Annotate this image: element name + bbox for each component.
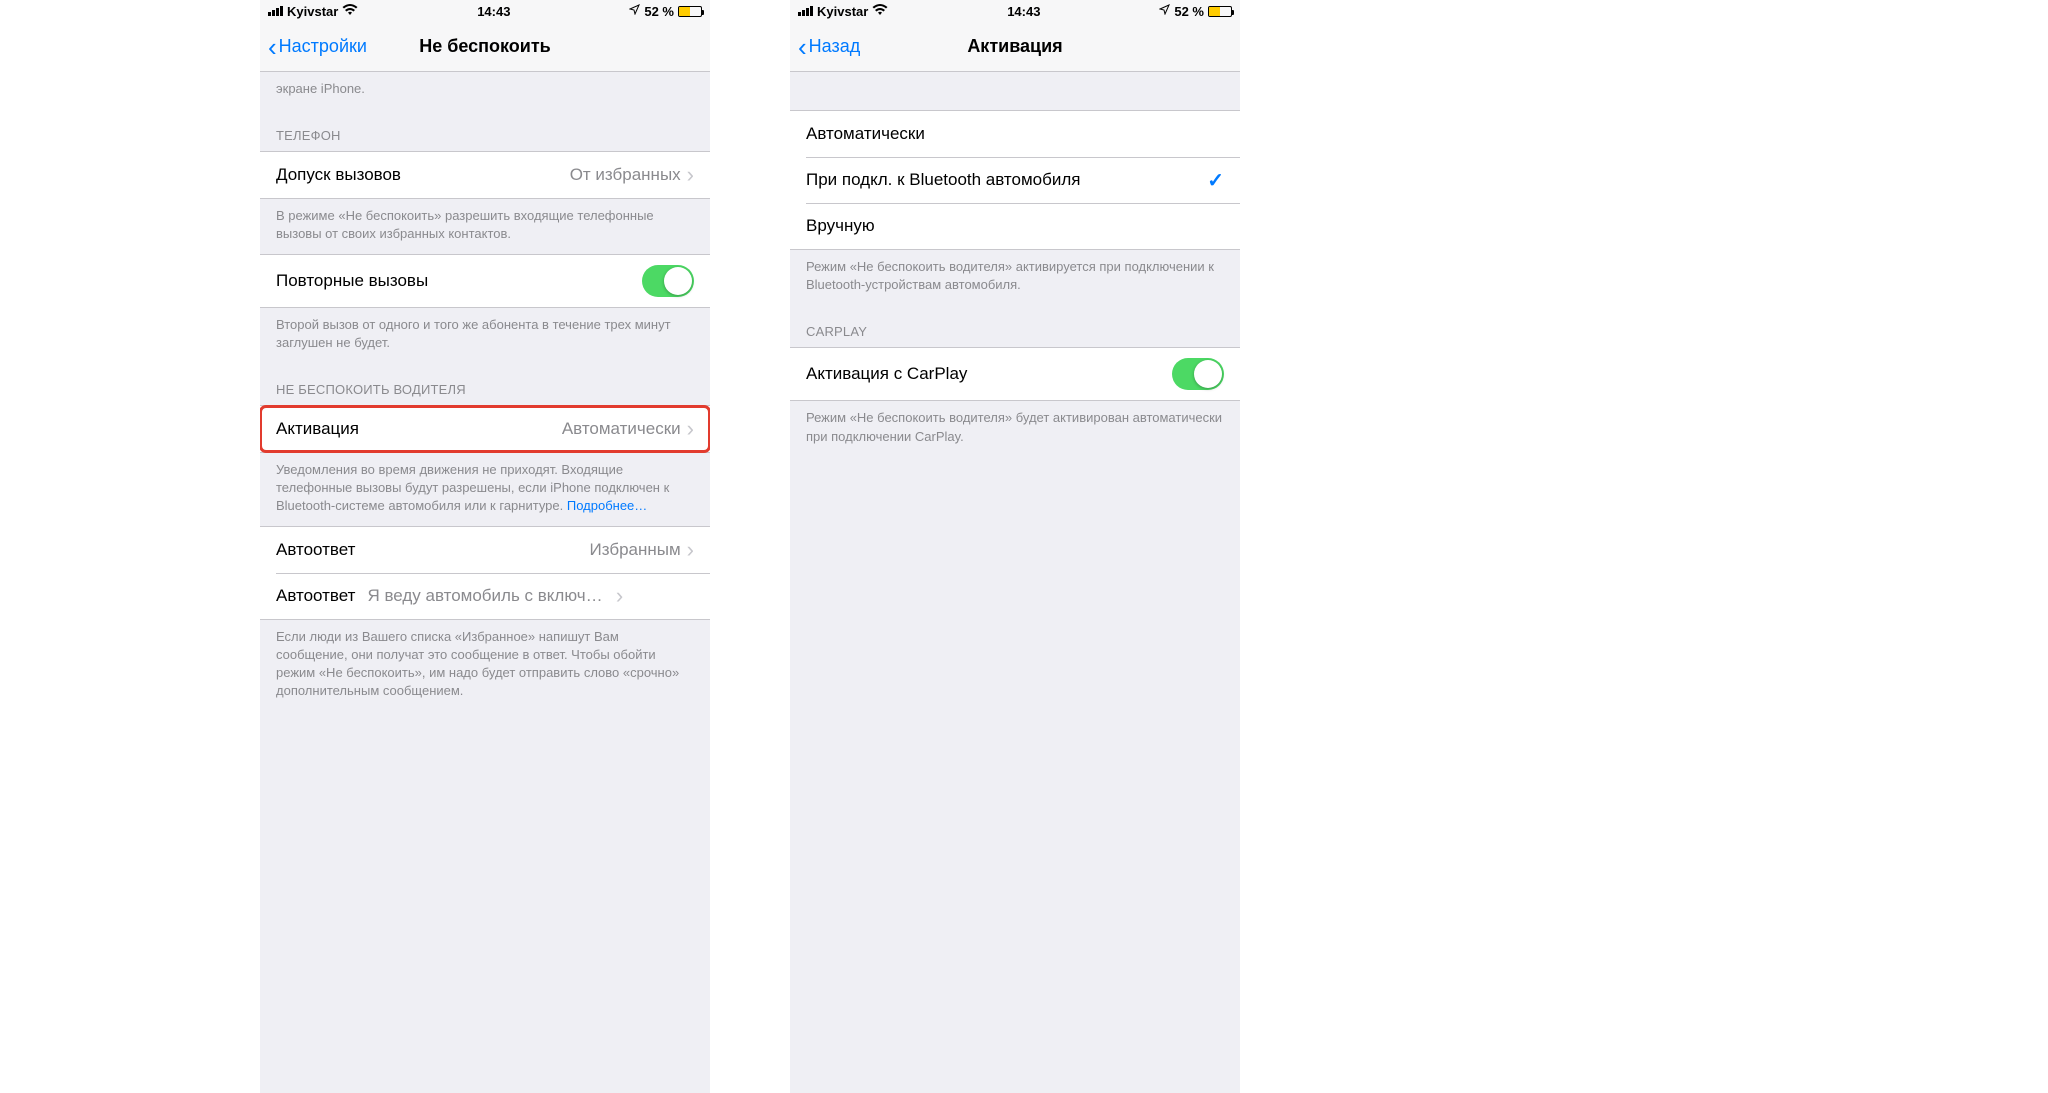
chevron-right-icon: › <box>687 164 694 186</box>
option-bluetooth[interactable]: При подкл. к Bluetooth автомобиля ✓ <box>790 157 1240 203</box>
activation-footer: Уведомления во время движения не приходя… <box>260 453 710 526</box>
screen-do-not-disturb: Kyivstar 14:43 52 % ‹ Настройки Не беспо… <box>260 0 710 1093</box>
carplay-footer: Режим «Не беспокоить водителя» будет акт… <box>790 401 1240 455</box>
status-time: 14:43 <box>477 4 510 19</box>
settings-content[interactable]: Автоматически При подкл. к Bluetooth авт… <box>790 72 1240 1093</box>
chevron-left-icon: ‹ <box>268 34 277 60</box>
chevron-right-icon: › <box>616 585 623 607</box>
location-icon <box>1159 4 1170 18</box>
carrier-label: Kyivstar <box>817 4 868 19</box>
activation-cell[interactable]: Активация Автоматически › <box>260 406 710 452</box>
chevron-left-icon: ‹ <box>798 34 807 60</box>
partial-footer: экране iPhone. <box>260 72 710 108</box>
allow-calls-footer: В режиме «Не беспокоить» разрешить входя… <box>260 199 710 253</box>
repeated-calls-cell: Повторные вызовы <box>260 255 710 307</box>
autoreply-msg-cell[interactable]: Автоответ Я веду автомобиль с включенной… <box>260 573 710 619</box>
carplay-label: Активация с CarPlay <box>806 364 1172 384</box>
option-automatic[interactable]: Автоматически <box>790 111 1240 157</box>
wifi-icon <box>872 3 888 19</box>
learn-more-link[interactable]: Подробнее… <box>567 498 647 513</box>
nav-bar: ‹ Настройки Не беспокоить <box>260 22 710 72</box>
carplay-cell: Активация с CarPlay <box>790 348 1240 400</box>
activation-label: Активация <box>276 419 562 439</box>
battery-icon <box>678 6 702 17</box>
allow-calls-label: Допуск вызовов <box>276 165 570 185</box>
settings-content[interactable]: экране iPhone. ТЕЛЕФОН Допуск вызовов От… <box>260 72 710 1093</box>
screen-activation: Kyivstar 14:43 52 % ‹ Назад Активация Ав… <box>790 0 1240 1093</box>
chevron-right-icon: › <box>687 418 694 440</box>
repeated-calls-footer: Второй вызов от одного и того же абонент… <box>260 308 710 362</box>
section-header-driver: НЕ БЕСПОКОИТЬ ВОДИТЕЛЯ <box>260 362 710 405</box>
signal-icon <box>268 6 283 16</box>
autoreply-to-label: Автоответ <box>276 540 590 560</box>
allow-calls-cell[interactable]: Допуск вызовов От избранных › <box>260 152 710 198</box>
back-label: Назад <box>809 36 861 57</box>
status-bar: Kyivstar 14:43 52 % <box>260 0 710 22</box>
back-button[interactable]: ‹ Назад <box>798 34 860 60</box>
battery-percent: 52 % <box>1174 4 1204 19</box>
autoreply-footer: Если люди из Вашего списка «Избранное» н… <box>260 620 710 711</box>
back-button[interactable]: ‹ Настройки <box>268 34 367 60</box>
location-icon <box>629 4 640 18</box>
carplay-toggle[interactable] <box>1172 358 1224 390</box>
activation-value: Автоматически <box>562 419 681 439</box>
repeated-calls-toggle[interactable] <box>642 265 694 297</box>
nav-bar: ‹ Назад Активация <box>790 22 1240 72</box>
carrier-label: Kyivstar <box>287 4 338 19</box>
autoreply-msg-value: Я веду автомобиль с включенной… <box>367 586 609 606</box>
back-label: Настройки <box>279 36 367 57</box>
status-bar: Kyivstar 14:43 52 % <box>790 0 1240 22</box>
wifi-icon <box>342 3 358 19</box>
battery-percent: 52 % <box>644 4 674 19</box>
status-time: 14:43 <box>1007 4 1040 19</box>
battery-icon <box>1208 6 1232 17</box>
autoreply-msg-label: Автоответ <box>276 586 355 606</box>
signal-icon <box>798 6 813 16</box>
allow-calls-value: От избранных <box>570 165 681 185</box>
repeated-calls-label: Повторные вызовы <box>276 271 642 291</box>
section-header-carplay: CARPLAY <box>790 304 1240 347</box>
checkmark-icon: ✓ <box>1207 168 1224 193</box>
section-header-phone: ТЕЛЕФОН <box>260 108 710 151</box>
option-manual[interactable]: Вручную <box>790 203 1240 249</box>
autoreply-to-value: Избранным <box>590 540 681 560</box>
chevron-right-icon: › <box>687 539 694 561</box>
options-footer: Режим «Не беспокоить водителя» активируе… <box>790 250 1240 304</box>
autoreply-to-cell[interactable]: Автоответ Избранным › <box>260 527 710 573</box>
